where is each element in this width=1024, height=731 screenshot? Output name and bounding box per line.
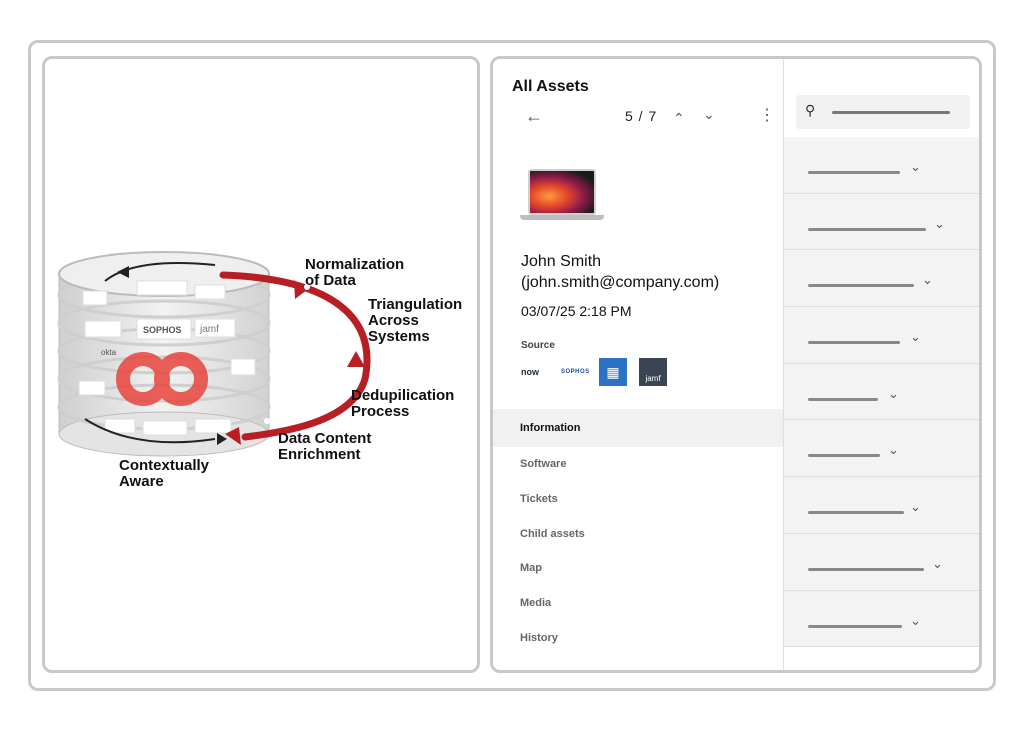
chevron-down-icon[interactable]: ⌄ [922, 272, 933, 288]
cylinder-logo-jamf: jamf [199, 324, 219, 335]
cube-logo-icon: ▦ [599, 358, 627, 386]
integration-cylinder [57, 251, 271, 457]
list-item[interactable]: ⌄ [784, 307, 979, 364]
sophos-logo: SOPHOS [561, 369, 590, 375]
laptop-image [520, 169, 604, 221]
asset-list: ⌄ ⌄ ⌄ ⌄ ⌄ ⌄ ⌄ ⌄ ⌄ [784, 137, 979, 648]
nav-item-tickets[interactable]: Tickets [493, 482, 784, 517]
user-name: John Smith [521, 253, 602, 270]
chevron-down-icon[interactable]: ⌄ [910, 329, 921, 345]
step-deduplication: Dedupilication Process [351, 387, 455, 420]
asset-panel: All Assets ← 5 / 7 ⌃ ⌄ ⋮ John Smith (joh… [490, 56, 982, 673]
source-logos: now SOPHOS ▦ jamf [521, 358, 667, 386]
asset-details: All Assets ← 5 / 7 ⌃ ⌄ ⋮ John Smith (joh… [493, 59, 784, 670]
detail-nav: Information Software Tickets Child asset… [493, 409, 784, 655]
step-normalization: Normalization of Data [305, 256, 405, 289]
list-item[interactable]: ⌄ [784, 193, 979, 251]
servicenow-logo: now [521, 367, 539, 377]
chevron-down-icon[interactable]: ⌄ [888, 386, 899, 402]
list-item[interactable]: ⌄ [784, 590, 979, 648]
chevron-down-icon[interactable]: ⌄ [910, 613, 921, 629]
search-icon: ⚲ [805, 102, 816, 118]
step-triangulation: Triangulation Across Systems [368, 296, 463, 345]
cylinder-logo-sophos: SOPHOS [143, 325, 182, 335]
list-item[interactable]: ⌄ [784, 533, 979, 591]
search-input[interactable]: ⚲ [796, 95, 970, 129]
asset-list-column: ⚲ ⌄ ⌄ ⌄ ⌄ ⌄ ⌄ ⌄ ⌄ ⌄ [783, 59, 979, 670]
pager-count: 5 / 7 [625, 108, 658, 124]
chevron-down-icon[interactable]: ⌄ [703, 105, 715, 123]
page-title: All Assets [512, 78, 589, 95]
diagram-panel: SOPHOS jamf okta Normalization of Data T… [42, 56, 480, 673]
nav-item-information[interactable]: Information [493, 409, 784, 447]
source-label: Source [521, 340, 555, 351]
nav-item-media[interactable]: Media [493, 586, 784, 621]
chevron-down-icon[interactable]: ⌄ [934, 216, 945, 232]
chevron-down-icon[interactable]: ⌄ [888, 442, 899, 458]
nav-item-software[interactable]: Software [493, 447, 784, 482]
user-email: (john.smith@company.com) [521, 274, 720, 291]
arrow-left-icon[interactable]: ← [525, 107, 543, 125]
chevron-up-icon[interactable]: ⌃ [673, 109, 685, 127]
timestamp: 03/07/25 2:18 PM [521, 303, 632, 319]
jamf-logo: jamf [639, 358, 667, 386]
step-context-aware: Contextually Aware [119, 457, 210, 490]
step-enrichment: Data Content Enrichment [278, 430, 372, 463]
list-item[interactable]: ⌄ [784, 420, 979, 478]
data-pipeline-diagram: SOPHOS jamf okta [57, 251, 371, 457]
nav-item-child-assets[interactable]: Child assets [493, 516, 784, 551]
nav-item-map[interactable]: Map [493, 551, 784, 586]
chevron-down-icon[interactable]: ⌄ [910, 159, 921, 175]
list-item[interactable]: ⌄ [784, 250, 979, 308]
search-placeholder-bar [832, 111, 950, 114]
more-vert-icon[interactable]: ⋮ [759, 107, 775, 125]
chevron-down-icon[interactable]: ⌄ [932, 556, 943, 572]
list-item[interactable]: ⌄ [784, 363, 979, 421]
list-item[interactable]: ⌄ [784, 477, 979, 534]
nav-item-history[interactable]: History [493, 620, 784, 655]
list-item[interactable]: ⌄ [784, 137, 979, 194]
cylinder-logo-okta: okta [101, 348, 117, 357]
chevron-down-icon[interactable]: ⌄ [910, 499, 921, 515]
